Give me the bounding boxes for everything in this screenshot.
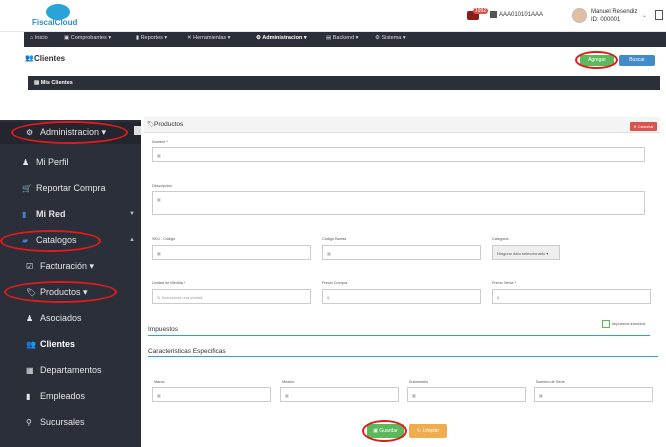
modelo-label: Modelo bbox=[282, 380, 295, 384]
sidebar-item-mi-red[interactable]: Mi Red bbox=[36, 209, 66, 219]
categoria-select[interactable]: Ninguno dato seleccionado ▾ bbox=[492, 245, 560, 260]
numero-serie-input[interactable]: ▦ bbox=[534, 387, 653, 402]
highlight-oval bbox=[0, 230, 101, 252]
nav-backend[interactable]: ▤ Backend ▾ bbox=[326, 35, 358, 41]
nav-administracion[interactable]: ⚙ Administracion ▾ bbox=[256, 35, 307, 41]
marca-input[interactable]: ▦ bbox=[152, 387, 271, 402]
user-id: ID: 000001 bbox=[591, 17, 621, 23]
notification[interactable]: 1992 bbox=[467, 8, 489, 20]
sidebar-item-departamentos[interactable]: Departamentos bbox=[40, 365, 102, 375]
highlight-oval bbox=[4, 281, 117, 303]
sidebar-item-mi-perfil[interactable]: Mi Perfil bbox=[36, 157, 69, 167]
location-icon: ⚲ bbox=[26, 418, 32, 427]
mis-clientes-panel: ▤ Mis Clientes bbox=[28, 76, 660, 90]
unidad-select[interactable]: ⚖ Selecciona una unidad bbox=[152, 289, 311, 304]
limpiar-button[interactable]: ↻ Limpiar bbox=[409, 424, 447, 438]
marca-label: Marca bbox=[154, 380, 165, 384]
nav-herramientas[interactable]: ✕ Herramientas ▾ bbox=[187, 35, 230, 41]
logo[interactable]: FiscalCloud bbox=[30, 4, 90, 28]
buscar-button[interactable]: Buscar bbox=[619, 55, 655, 66]
cancelar-button[interactable]: ✕ Cancelar bbox=[630, 122, 657, 131]
highlight-oval bbox=[575, 51, 618, 69]
impuestos-incluidos-checkbox[interactable] bbox=[602, 320, 610, 328]
chevron-down-icon[interactable]: ⌄ bbox=[642, 12, 647, 19]
user-icon: ♟ bbox=[26, 314, 34, 323]
sidebar-item-clientes[interactable]: Clientes bbox=[40, 339, 75, 349]
categoria-label: Categoria bbox=[492, 237, 509, 241]
unidad-label: Unidad de Medida * bbox=[152, 281, 186, 285]
logo-text: FiscalCloud bbox=[32, 18, 78, 27]
sidebar-item-sucursales[interactable]: Sucursales bbox=[40, 417, 85, 427]
users-icon: 👥 bbox=[25, 55, 34, 62]
productos-header bbox=[144, 117, 660, 133]
highlight-oval bbox=[362, 420, 407, 442]
modelo-input[interactable]: ▦ bbox=[280, 387, 399, 402]
sku-label: SKU - Código bbox=[152, 237, 176, 241]
productos-title: Productos bbox=[154, 121, 184, 128]
sidebar-item-facturacion[interactable]: Facturación ▾ bbox=[40, 261, 94, 272]
highlight-oval bbox=[11, 121, 128, 144]
numero-serie-label: Numero de Serie bbox=[536, 380, 565, 384]
descripcion-label: Descripción bbox=[152, 184, 172, 188]
codigo-barras-input[interactable]: ▦ bbox=[322, 245, 481, 260]
submodelo-label: Submodelo bbox=[409, 380, 429, 384]
building-icon: ▦ bbox=[26, 366, 34, 375]
nav-sistema[interactable]: ⚙ Sistema ▾ bbox=[375, 35, 406, 41]
divider bbox=[148, 356, 658, 357]
submodelo-input[interactable]: ▦ bbox=[407, 387, 526, 402]
sidebar-item-reportar-compra[interactable]: Reportar Compra bbox=[36, 183, 106, 193]
caret-down-icon[interactable]: ▼ bbox=[129, 211, 135, 217]
top-bar bbox=[0, 0, 666, 32]
precio-venta-label: Precio Venta * bbox=[492, 281, 517, 285]
descripcion-textarea[interactable]: ▦ bbox=[152, 191, 645, 215]
nav-reportes[interactable]: ▮ Reportes ▾ bbox=[136, 35, 167, 41]
employee-icon: ▮ bbox=[26, 392, 31, 401]
nombre-label: Nombre * bbox=[152, 140, 169, 144]
notification-badge: 1992 bbox=[473, 8, 489, 14]
network-icon: ▮ bbox=[22, 210, 27, 219]
logout-icon[interactable] bbox=[655, 10, 663, 20]
user-icon: ♟ bbox=[22, 158, 30, 167]
users-icon: 👥 bbox=[26, 340, 36, 349]
company-rfc[interactable]: AAA010101AAA bbox=[499, 12, 543, 18]
nombre-input[interactable]: ▦ bbox=[152, 147, 645, 162]
impuestos-title: Impuestos bbox=[148, 326, 178, 333]
precio-compra-label: Precio Compra bbox=[322, 281, 348, 285]
user-name: Manuel Resendiz bbox=[591, 9, 638, 15]
caracteristicas-title: Caracteristicas Especificas bbox=[148, 348, 226, 355]
page-title: Clientes bbox=[34, 54, 66, 63]
user-info[interactable]: Manuel Resendiz ID: 000001 bbox=[591, 8, 637, 24]
precio-venta-input[interactable]: $ bbox=[492, 289, 651, 304]
sku-input[interactable]: ▦ bbox=[152, 245, 311, 260]
cart-icon: 🛒 bbox=[22, 184, 32, 193]
sidebar-item-empleados[interactable]: Empleados bbox=[40, 391, 85, 401]
divider bbox=[148, 335, 650, 336]
invoice-icon: ☑ bbox=[26, 262, 34, 271]
caret-up-icon[interactable]: ▲ bbox=[129, 237, 135, 243]
avatar[interactable] bbox=[572, 8, 587, 23]
book-icon bbox=[134, 126, 141, 135]
nav-inicio[interactable]: ⌂ Inicio bbox=[30, 35, 48, 41]
building-icon bbox=[490, 11, 497, 18]
precio-compra-input[interactable]: $ bbox=[322, 289, 481, 304]
codigo-barras-label: Código Barras bbox=[322, 237, 347, 241]
main-navbar: ⌂ Inicio ▣ Comprobantes ▾ ▮ Reportes ▾ ✕… bbox=[24, 32, 666, 47]
sidebar-item-asociados[interactable]: Asociados bbox=[40, 313, 82, 323]
impuestos-incluidos-label: Impuestos incluidos bbox=[612, 322, 646, 326]
nav-comprobantes[interactable]: ▣ Comprobantes ▾ bbox=[64, 35, 111, 41]
